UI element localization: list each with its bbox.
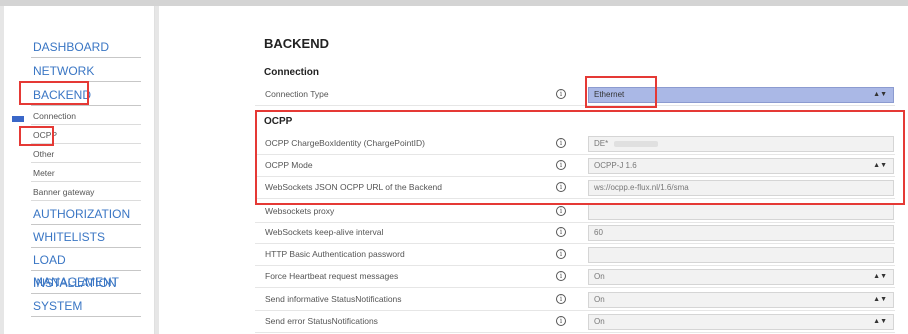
sidebar-item-backend[interactable]: BACKEND — [31, 84, 141, 106]
sidebar-item-authorization[interactable]: AUTHORIZATION — [31, 203, 141, 225]
field-value: DE* — [594, 139, 609, 148]
informative-status-select[interactable]: On ▲▼ — [588, 292, 894, 308]
sidebar-item-label: Banner gateway — [33, 187, 95, 197]
keepalive-interval-field[interactable]: 60 — [588, 225, 894, 241]
updown-caret-icon: ▲▼ — [873, 273, 887, 280]
field-value: 60 — [594, 228, 603, 237]
sidebar-item-label: WHITELISTS — [33, 230, 106, 244]
error-status-select[interactable]: On ▲▼ — [588, 314, 894, 330]
updown-caret-icon: ▲▼ — [873, 296, 887, 303]
setting-row-chargebox-identity: OCPP ChargeBoxIdentity (ChargePointID) i… — [255, 133, 895, 155]
info-icon[interactable]: i — [556, 271, 566, 281]
active-section-marker — [12, 116, 24, 122]
sidebar-item-label: Meter — [33, 168, 55, 178]
setting-row-keepalive-interval: WebSockets keep-alive interval i 60 — [255, 222, 895, 244]
force-heartbeat-select[interactable]: On ▲▼ — [588, 269, 894, 285]
setting-label: Force Heartbeat request messages — [265, 271, 399, 281]
sidebar-item-label: DASHBOARD — [33, 40, 110, 54]
setting-row-ocpp-mode: OCPP Mode i OCPP-J 1.6 ▲▼ — [255, 155, 895, 177]
sidebar-subitem-meter[interactable]: Meter — [31, 164, 141, 182]
setting-row-informative-status: Send informative StatusNotifications i O… — [255, 289, 895, 311]
sidebar-subitem-other[interactable]: Other — [31, 145, 141, 163]
http-auth-password-field[interactable] — [588, 247, 894, 263]
select-value: Ethernet — [594, 90, 625, 99]
setting-label: Websockets proxy — [265, 206, 335, 216]
connection-type-select[interactable]: Ethernet ▲▼ — [588, 87, 894, 103]
updown-caret-icon: ▲▼ — [873, 318, 887, 325]
setting-label: OCPP Mode — [265, 160, 313, 170]
sidebar-item-label: INSTALLATION — [33, 276, 117, 290]
websocket-url-field[interactable]: ws://ocpp.e-flux.nl/1.6/sma — [588, 180, 894, 196]
setting-row-force-heartbeat: Force Heartbeat request messages i On ▲▼ — [255, 266, 895, 288]
sidebar-item-label: SYSTEM — [33, 299, 83, 313]
info-icon[interactable]: i — [556, 160, 566, 170]
setting-row-connection-type: Connection Type i Ethernet ▲▼ — [255, 84, 895, 106]
setting-row-http-auth-password: HTTP Basic Authentication password i — [255, 244, 895, 266]
setting-label: OCPP ChargeBoxIdentity (ChargePointID) — [265, 138, 426, 148]
info-icon[interactable]: i — [556, 206, 566, 216]
sidebar: DASHBOARD NETWORK BACKEND Connection OCP… — [4, 6, 155, 334]
sidebar-item-installation[interactable]: INSTALLATION — [31, 272, 141, 294]
field-value: ws://ocpp.e-flux.nl/1.6/sma — [594, 183, 689, 192]
setting-label: HTTP Basic Authentication password — [265, 249, 405, 259]
sidebar-item-label: Connection — [33, 111, 77, 121]
sidebar-subitem-banner-gateway[interactable]: Banner gateway — [31, 183, 141, 201]
select-value: On — [594, 295, 605, 304]
websockets-proxy-field[interactable] — [588, 204, 894, 220]
main-panel: BACKEND Connection Connection Type i Eth… — [159, 6, 908, 334]
setting-label: Send informative StatusNotifications — [265, 294, 402, 304]
info-icon[interactable]: i — [556, 249, 566, 259]
ocpp-mode-select[interactable]: OCPP-J 1.6 ▲▼ — [588, 158, 894, 174]
select-value: On — [594, 317, 605, 326]
info-icon[interactable]: i — [556, 89, 566, 99]
info-icon[interactable]: i — [556, 227, 566, 237]
chargebox-identity-field[interactable]: DE* — [588, 136, 894, 152]
select-value: OCPP-J 1.6 — [594, 161, 637, 170]
updown-caret-icon: ▲▼ — [873, 162, 887, 169]
info-icon[interactable]: i — [556, 294, 566, 304]
sidebar-item-whitelists[interactable]: WHITELISTS — [31, 226, 141, 248]
setting-label: Send error StatusNotifications — [265, 316, 378, 326]
sidebar-item-label: OCPP — [33, 130, 58, 140]
select-value: On — [594, 272, 605, 281]
info-icon[interactable]: i — [556, 316, 566, 326]
sidebar-item-system[interactable]: SYSTEM — [31, 295, 141, 317]
info-icon[interactable]: i — [556, 182, 566, 192]
sidebar-item-load-management[interactable]: LOAD MANAGEMENT — [31, 249, 141, 289]
sidebar-item-label: AUTHORIZATION — [33, 207, 131, 221]
page-title: BACKEND — [264, 36, 329, 51]
sidebar-subitem-ocpp[interactable]: OCPP — [31, 126, 141, 144]
setting-label: WebSockets keep-alive interval — [265, 227, 384, 237]
setting-row-websockets-proxy: Websockets proxy i — [255, 201, 895, 223]
setting-label: WebSockets JSON OCPP URL of the Backend — [265, 182, 443, 192]
sidebar-item-label: BACKEND — [33, 88, 92, 102]
section-title-connection: Connection — [264, 67, 319, 78]
section-title-ocpp: OCPP — [264, 116, 293, 127]
sidebar-item-dashboard[interactable]: DASHBOARD — [31, 36, 141, 58]
updown-caret-icon: ▲▼ — [873, 91, 887, 98]
redacted-blur — [614, 140, 659, 147]
setting-label: Connection Type — [265, 89, 329, 99]
setting-row-error-status: Send error StatusNotifications i On ▲▼ — [255, 311, 895, 333]
sidebar-item-label: NETWORK — [33, 64, 95, 78]
sidebar-item-network[interactable]: NETWORK — [31, 60, 141, 82]
sidebar-subitem-connection[interactable]: Connection — [31, 107, 141, 125]
info-icon[interactable]: i — [556, 138, 566, 148]
sidebar-item-label: Other — [33, 149, 55, 159]
setting-row-websocket-url: WebSockets JSON OCPP URL of the Backend … — [255, 177, 895, 199]
